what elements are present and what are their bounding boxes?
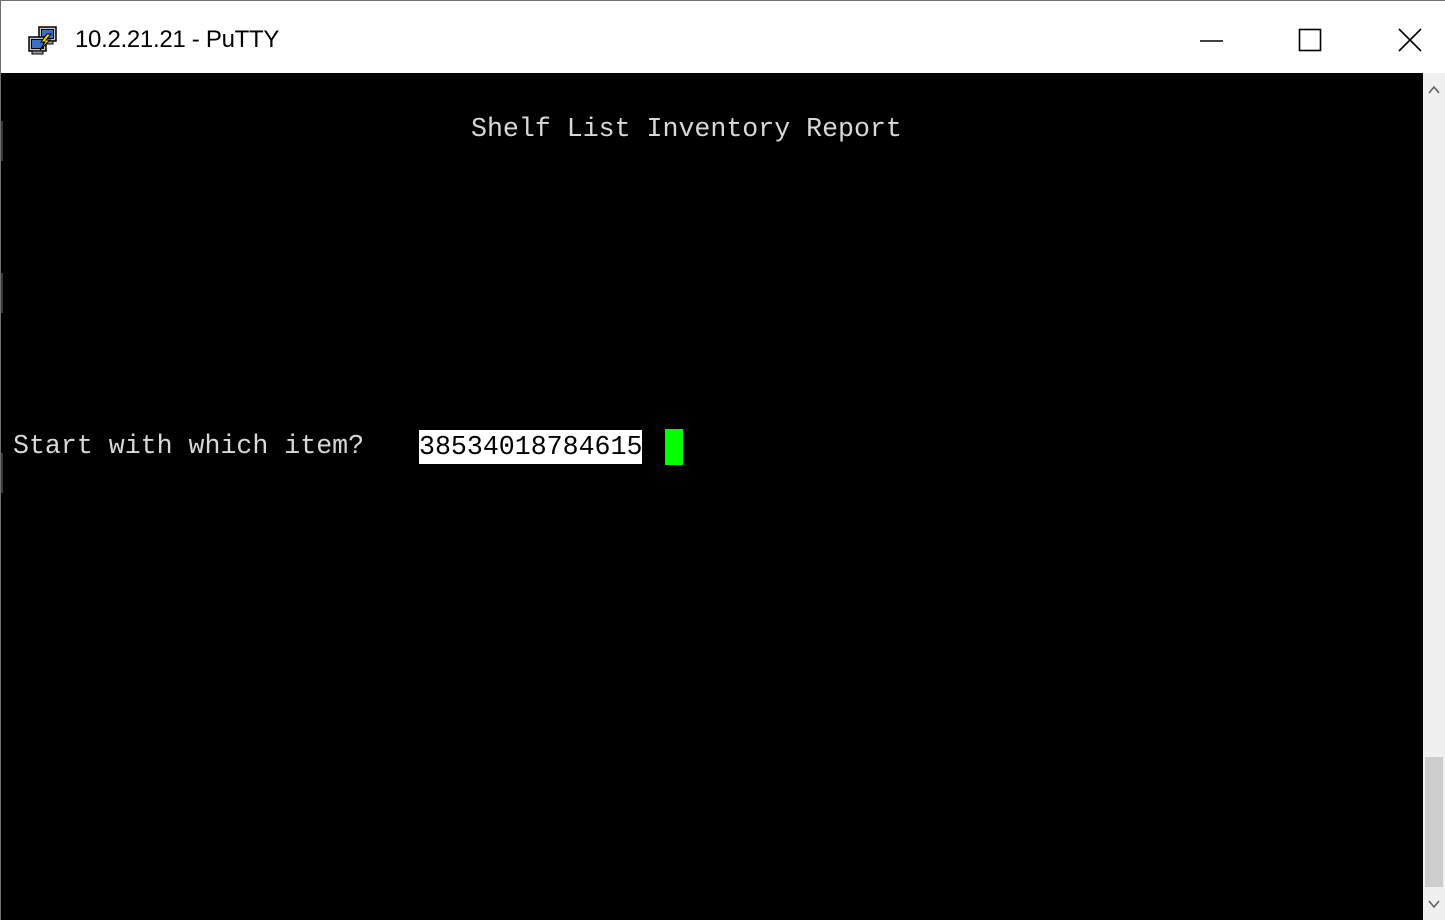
report-title: Shelf List Inventory Report <box>471 114 902 144</box>
minimize-button[interactable] <box>1161 1 1261 73</box>
window-left-edge <box>1 73 9 920</box>
minimize-icon <box>1200 40 1223 42</box>
chevron-up-icon <box>1428 85 1440 94</box>
vertical-scrollbar[interactable] <box>1423 73 1445 920</box>
scroll-down-button[interactable] <box>1423 887 1445 920</box>
edge-mark <box>1 453 3 493</box>
maximize-icon <box>1298 28 1322 52</box>
edge-mark <box>1 121 3 161</box>
edge-mark <box>1 273 3 313</box>
scroll-up-button[interactable] <box>1423 73 1445 107</box>
putty-window: 10.2.21.21 - PuTTY Shelf List Inventory … <box>0 0 1445 920</box>
window-title: 10.2.21.21 - PuTTY <box>75 26 280 53</box>
item-input[interactable]: 38534018784615 <box>419 430 643 464</box>
scroll-thumb[interactable] <box>1425 757 1443 887</box>
terminal-screen[interactable]: Shelf List Inventory Report Start with w… <box>9 73 1423 920</box>
close-icon <box>1398 28 1422 52</box>
title-bar[interactable]: 10.2.21.21 - PuTTY <box>1 1 1445 73</box>
maximize-button[interactable] <box>1261 1 1361 73</box>
chevron-down-icon <box>1428 900 1440 909</box>
text-cursor <box>665 429 683 465</box>
putty-icon[interactable] <box>27 25 59 57</box>
prompt-label: Start with which item? <box>13 431 365 461</box>
close-button[interactable] <box>1361 1 1445 73</box>
